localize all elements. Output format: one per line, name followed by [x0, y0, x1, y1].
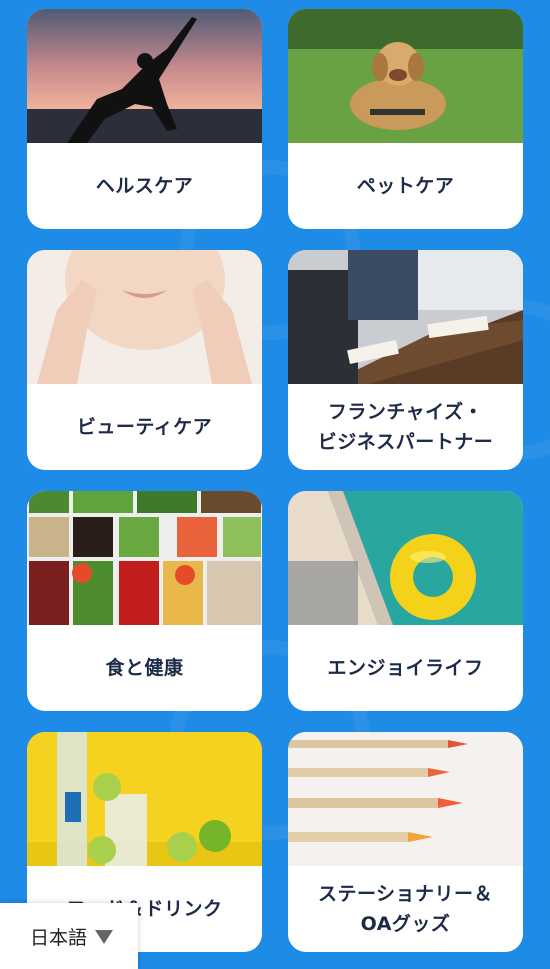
enjoy-life-image — [288, 491, 523, 625]
stationery-image — [288, 732, 523, 866]
category-card-beautycare[interactable]: ビューティケア — [27, 250, 262, 470]
category-grid: ヘルスケア ペットケア ビューティケア フランチャイズ・ ビジネスパートナー 食… — [27, 9, 523, 952]
category-label: ビューティケア — [76, 416, 213, 438]
food-drink-image — [27, 732, 262, 866]
category-page: ヘルスケア ペットケア ビューティケア フランチャイズ・ ビジネスパートナー 食… — [0, 0, 550, 969]
beautycare-image — [27, 250, 262, 384]
category-label: ステーショナリー＆ OAグッズ — [317, 883, 494, 935]
food-health-image — [27, 491, 262, 625]
category-label: ヘルスケア — [95, 175, 194, 197]
petcare-image — [288, 9, 523, 143]
category-card-food-health[interactable]: 食と健康 — [27, 491, 262, 711]
category-label: エンジョイライフ — [327, 657, 484, 679]
category-card-enjoy-life[interactable]: エンジョイライフ — [288, 491, 523, 711]
category-label: 食と健康 — [105, 657, 184, 679]
category-card-franchise[interactable]: フランチャイズ・ ビジネスパートナー — [288, 250, 523, 470]
language-label: 日本語 — [30, 926, 88, 949]
category-card-stationery[interactable]: ステーショナリー＆ OAグッズ — [288, 732, 523, 952]
franchise-image — [288, 250, 523, 384]
language-selector[interactable]: 日本語 — [0, 903, 138, 969]
dropdown-arrow-icon — [95, 930, 114, 944]
category-label: ペットケア — [356, 175, 455, 197]
healthcare-image — [27, 9, 262, 143]
category-label: フランチャイズ・ ビジネスパートナー — [317, 401, 494, 453]
category-card-healthcare[interactable]: ヘルスケア — [27, 9, 262, 229]
category-card-petcare[interactable]: ペットケア — [288, 9, 523, 229]
